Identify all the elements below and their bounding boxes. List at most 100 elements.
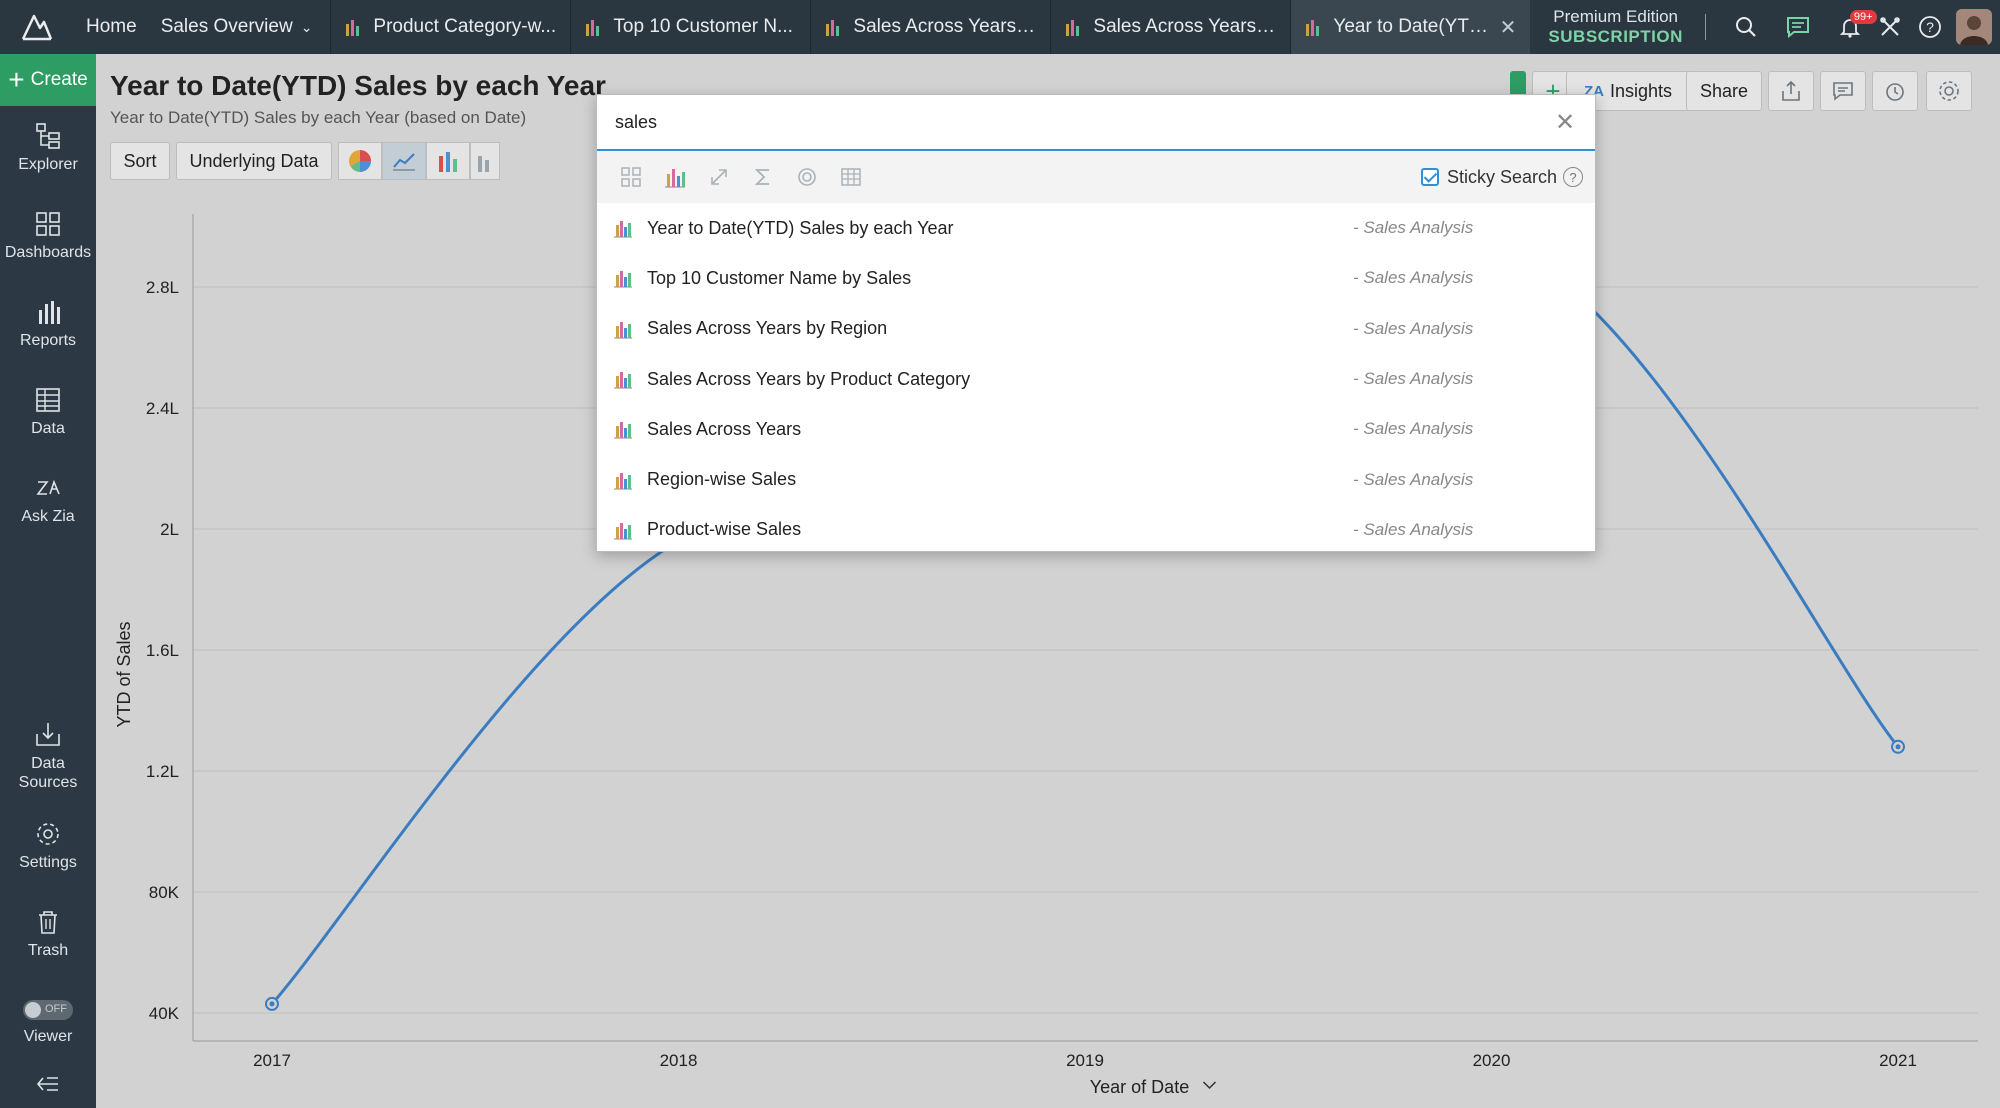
y-tick-label: 40K [149,1004,180,1023]
chart-bars-icon [614,472,632,490]
data-point-center [1895,744,1901,750]
tab-ytd-sales[interactable]: Year to Date(YTD) S... ✕ [1290,0,1531,54]
filter-all-button[interactable] [609,157,653,197]
tools-button[interactable] [1870,0,1910,54]
explorer-icon [36,123,60,149]
svg-text:?: ? [1926,19,1934,35]
collapse-icon [36,1077,58,1091]
help-icon[interactable]: ? [1563,167,1583,187]
search-result-source: - Sales Analysis [1353,218,1474,238]
subscription-link: SUBSCRIPTION [1548,27,1683,46]
query-icon [798,168,816,186]
chart-bars-icon [614,221,632,238]
tab-product-category[interactable]: Product Category-w... [330,0,570,54]
search-result-source: - Sales Analysis [1353,469,1474,489]
notifications-button[interactable]: 99+ [1830,0,1877,54]
search-result-name: Top 10 Customer Name by Sales [647,267,912,288]
search-button[interactable] [1726,0,1766,54]
tab-top-10-customer[interactable]: Top 10 Customer N... [570,0,810,54]
report-area: Year to Date(YTD) Sales by each Year Yea… [96,54,2000,1108]
search-result-item[interactable]: Sales Across Years by Product Category - … [597,354,1595,404]
search-result-item[interactable]: Year to Date(YTD) Sales by each Year - Sa… [597,203,1595,253]
divider [1704,14,1706,40]
avatar[interactable] [1955,9,1992,45]
viewer-toggle[interactable]: OFF [23,1000,73,1020]
comment-icon [1786,17,1809,39]
sidebar-item-explorer[interactable]: Explorer [0,122,96,174]
sidebar-item-reports[interactable]: Reports [0,298,96,350]
search-result-name: Year to Date(YTD) Sales by each Year [647,217,954,238]
app-logo[interactable] [0,0,74,54]
search-result-item[interactable]: Sales Across Years - Sales Analysis [597,404,1595,454]
sidebar-item-label: Trash [27,942,69,959]
close-icon[interactable]: ✕ [1500,15,1517,40]
grid-icon [621,167,641,187]
search-result-name: Sales Across Years by Product Category [647,368,971,389]
create-label: Create [30,69,88,90]
expand-icon [711,169,727,185]
workspace-dropdown[interactable]: Sales Overview ⌄ [149,0,325,54]
chart-bars-icon [614,321,632,339]
sidebar-item-data-sources[interactable]: Data Sources [0,720,96,792]
search-result-item[interactable]: Product-wise Sales - Sales Analysis [597,505,1595,555]
report-tabs: Product Category-w... Top 10 Customer N.… [330,0,1531,54]
tab-sales-across-years-1[interactable]: Sales Across Years b... [810,0,1050,54]
toggle-knob [25,1002,41,1018]
sidebar-item-viewer[interactable]: OFF Viewer [0,1000,96,1046]
table-icon [841,168,861,186]
edition-info[interactable]: Premium Edition SUBSCRIPTION [1548,7,1682,48]
y-tick-label: 1.2L [146,762,179,781]
sidebar-item-label: Data [31,420,65,437]
y-tick-label: 80K [149,883,180,902]
help-button[interactable]: ? [1910,0,1950,54]
search-result-source: - Sales Analysis [1353,519,1474,539]
chart-bars-icon [614,522,632,540]
collapse-sidebar-button[interactable] [0,1074,96,1100]
close-icon[interactable]: ✕ [1553,108,1577,137]
filter-formulas-button[interactable] [697,157,741,197]
search-filter-row: Sticky Search ? [597,151,1595,203]
chart-bars-icon [586,20,600,36]
search-result-item[interactable]: Sales Across Years by Region - Sales Anal… [597,304,1595,354]
search-result-item[interactable]: Top 10 Customer Name by Sales - Sales Ana… [597,253,1595,303]
search-result-name: Sales Across Years by Region [647,318,888,339]
home-link[interactable]: Home [74,0,149,54]
search-input-row: ✕ [597,95,1595,151]
sidebar-item-label: Ask Zia [21,508,75,525]
data-icon [36,388,60,412]
sticky-search-checkbox[interactable] [1420,168,1439,186]
comments-button[interactable] [1778,0,1818,54]
reports-icon [39,301,60,324]
sidebar-item-settings[interactable]: Settings [0,820,96,872]
user-icon [1955,9,1992,45]
ask-zia-icon [36,479,60,495]
search-input[interactable] [615,111,1553,133]
sidebar: + Create Explorer Dashboards Reports Dat… [0,54,96,1108]
sticky-search-option[interactable]: Sticky Search ? [1420,166,1583,188]
tab-label: Sales Across Years b... [853,16,1037,37]
workspace-label: Sales Overview [160,16,293,37]
chart-bars-icon [614,422,632,439]
search-result-source: - Sales Analysis [1353,419,1474,439]
plus-icon: + [8,64,25,95]
chart-bars-icon [614,271,632,288]
filter-query-button[interactable] [785,157,829,197]
chevron-down-icon [1202,1081,1217,1090]
x-tick-label: 2021 [1879,1051,1917,1070]
tab-sales-across-years-2[interactable]: Sales Across Years b... [1050,0,1290,54]
search-result-source: - Sales Analysis [1353,318,1474,338]
y-tick-label: 2.8L [146,278,179,297]
sidebar-item-trash[interactable]: Trash [0,908,96,960]
sidebar-item-dashboards[interactable]: Dashboards [0,210,96,262]
filter-reports-button[interactable] [653,157,697,197]
create-button[interactable]: + Create [0,54,96,106]
search-result-item[interactable]: Region-wise Sales - Sales Analysis [597,454,1595,504]
y-tick-label: 1.6L [146,641,179,660]
filter-aggregate-button[interactable] [741,157,785,197]
sticky-search-label: Sticky Search [1446,166,1557,187]
sidebar-item-ask-zia[interactable]: Ask Zia [0,474,96,526]
sidebar-item-data[interactable]: Data [0,386,96,438]
chart-bars-icon [665,169,685,188]
search-result-source: - Sales Analysis [1353,268,1474,288]
filter-tables-button[interactable] [829,157,873,197]
